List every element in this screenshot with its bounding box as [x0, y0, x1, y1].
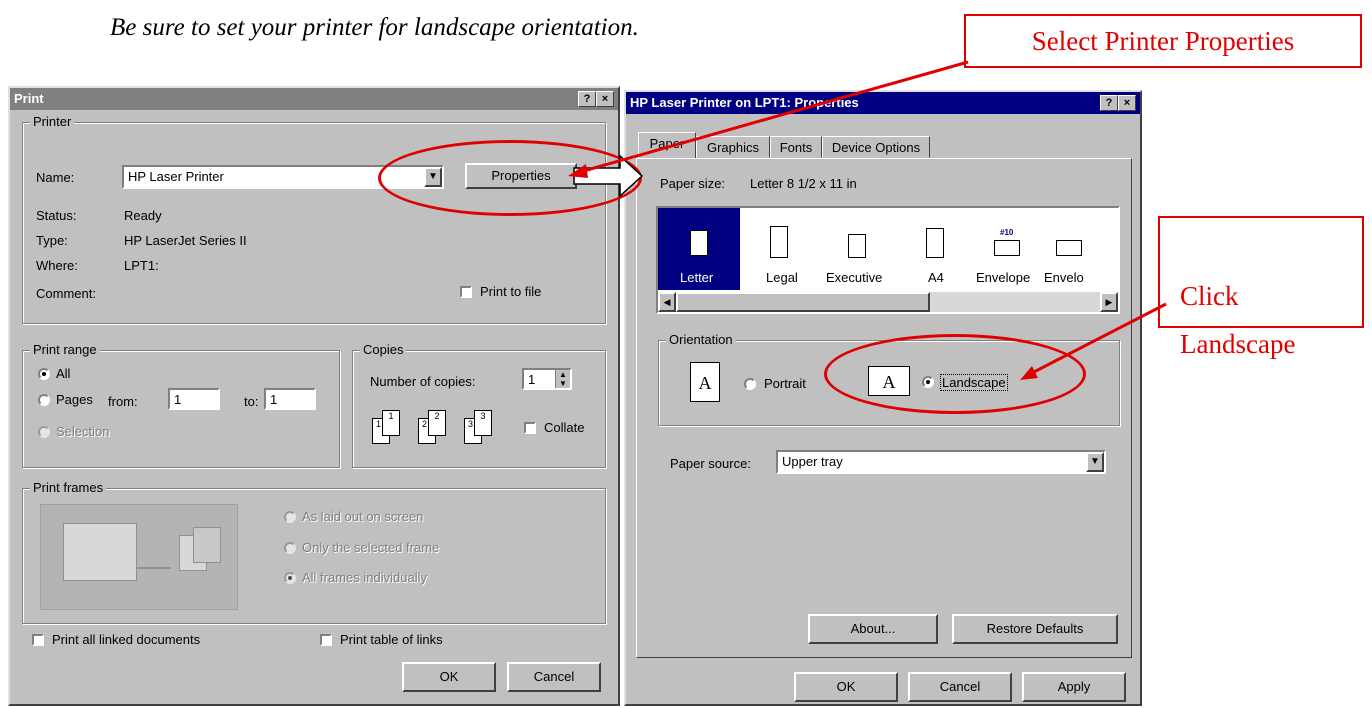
arrow-head-landscape [1020, 366, 1038, 380]
arrow-head-properties [568, 164, 588, 178]
arrow-to-properties [579, 60, 969, 174]
arrow-to-landscape [1029, 302, 1167, 376]
annotation-arrows [568, 60, 1167, 380]
